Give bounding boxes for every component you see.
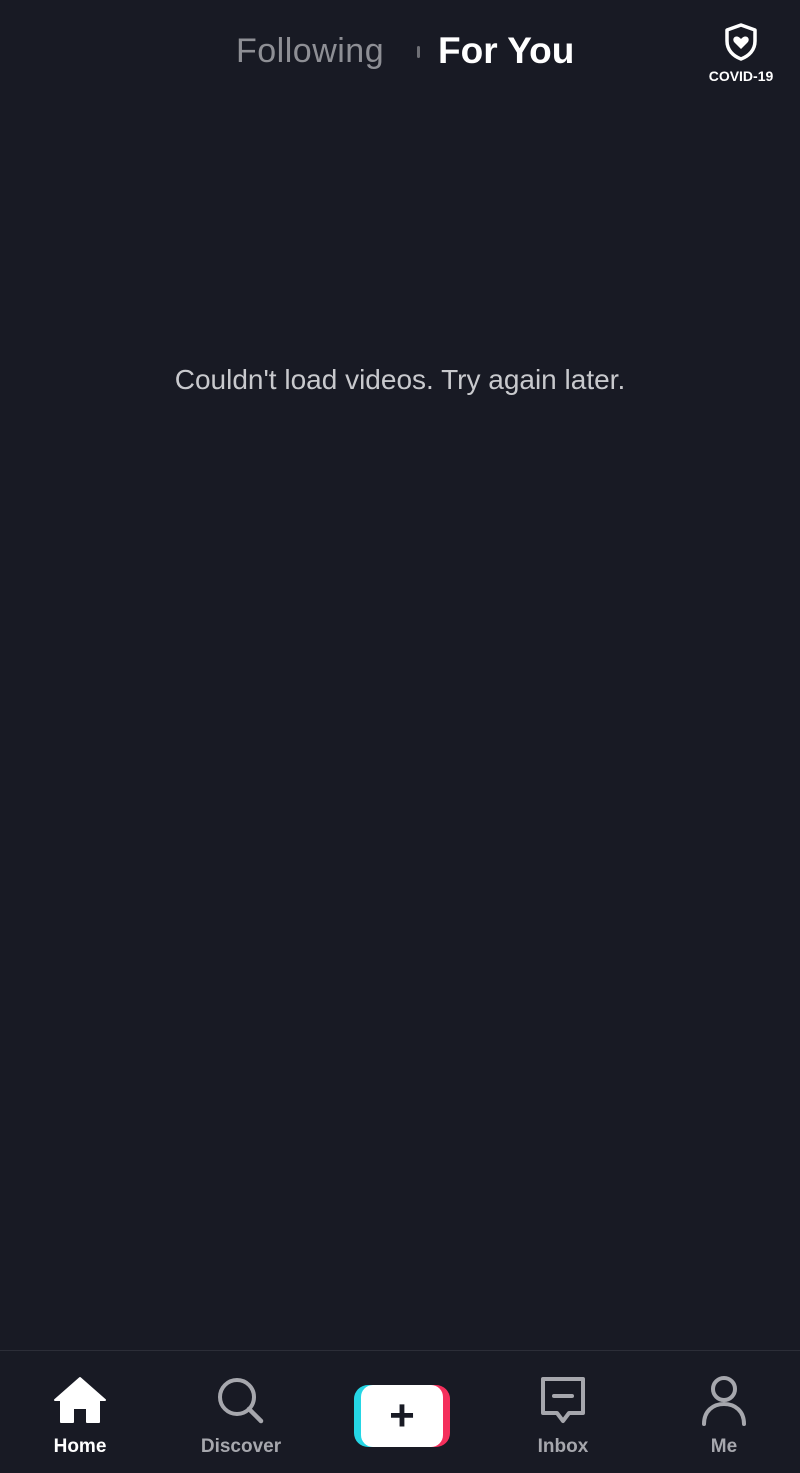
nav-inbox[interactable]: Inbox [503, 1351, 623, 1473]
feed-tabs: Following For You [0, 26, 800, 78]
screen: Following For You COVID-19 Couldn't load… [0, 0, 800, 1473]
nav-inbox-label: Inbox [537, 1436, 589, 1457]
nav-home[interactable]: Home [20, 1351, 140, 1473]
nav-me[interactable]: Me [664, 1351, 784, 1473]
inbox-icon [541, 1377, 585, 1423]
nav-discover[interactable]: Discover [181, 1351, 301, 1473]
home-icon [54, 1377, 106, 1423]
search-icon [218, 1378, 264, 1424]
add-video-button[interactable]: + [354, 1385, 450, 1447]
nav-home-label: Home [53, 1436, 107, 1457]
plus-icon: + [389, 1391, 415, 1440]
nav-discover-label: Discover [200, 1436, 282, 1457]
tab-for-you[interactable]: For You [438, 30, 574, 72]
covid-19-button[interactable]: COVID-19 [700, 22, 782, 86]
profile-icon [702, 1376, 746, 1426]
tab-following[interactable]: Following [236, 32, 384, 71]
covid-19-label: COVID-19 [708, 68, 774, 84]
shield-heart-icon [725, 23, 757, 61]
nav-me-label: Me [710, 1436, 738, 1457]
bottom-nav: Home Discover + Inbox Me [0, 1350, 800, 1473]
tab-divider [417, 46, 420, 58]
error-message: Couldn't load videos. Try again later. [174, 364, 626, 395]
